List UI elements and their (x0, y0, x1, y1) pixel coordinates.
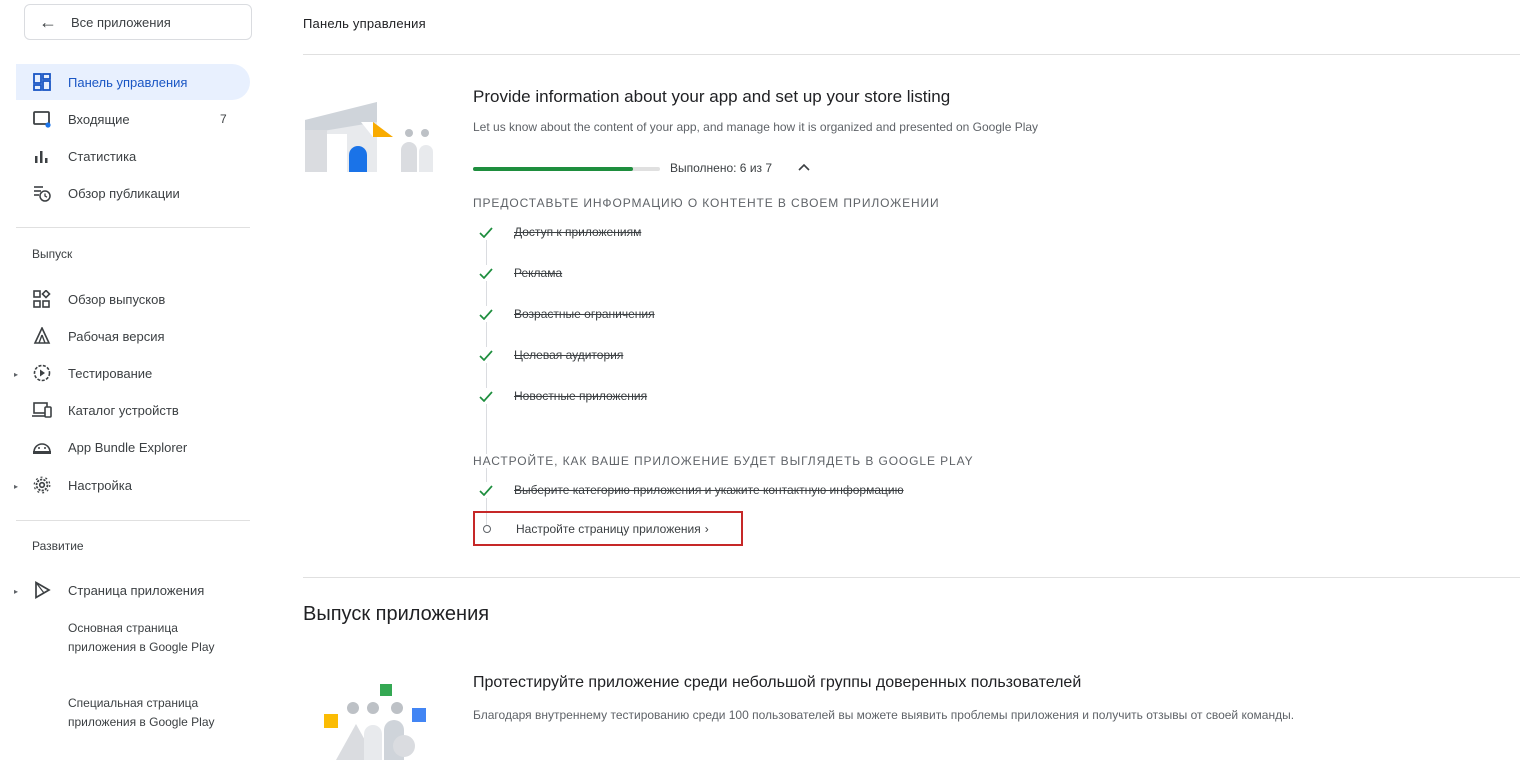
task-item-done[interactable]: Новостные приложения (478, 386, 647, 406)
internal-testing-illustration (324, 684, 426, 760)
setup-card-subtitle: Let us know about the content of your ap… (473, 120, 1039, 134)
check-icon (478, 306, 494, 322)
all-apps-label: Все приложения (71, 14, 171, 30)
header-divider (303, 54, 1520, 55)
task-item-done[interactable]: Выберите категорию приложения и укажите … (478, 480, 904, 500)
sidebar-item-publishing-overview[interactable]: Обзор публикации (16, 175, 250, 211)
settings-gear-icon (16, 476, 68, 494)
sidebar-item-statistics[interactable]: Статистика (16, 138, 250, 174)
sidebar-item-dashboard[interactable]: Панель управления (16, 64, 250, 100)
release-section-title: Выпуск приложения (303, 603, 490, 625)
task-label: Настройте страницу приложения (516, 521, 701, 536)
bundle-explorer-icon (16, 438, 68, 456)
dashboard-icon (16, 73, 68, 91)
task-item-done[interactable]: Целевая аудитория (478, 345, 623, 365)
sidebar-divider (16, 227, 250, 228)
collapse-toggle-button[interactable] (795, 158, 813, 176)
bar-chart-icon (16, 148, 68, 164)
check-icon (478, 265, 494, 281)
page-title: Панель управления (303, 16, 426, 31)
section-divider (303, 577, 1520, 578)
task-label: Целевая аудитория (514, 348, 624, 362)
chevron-right-icon: › (704, 521, 709, 536)
sidebar-item-label: Страница приложения (68, 582, 205, 598)
task-setup-store-listing-link[interactable]: Настройте страницу приложения › (473, 511, 743, 546)
group-title-content-info: ПРЕДОСТАВЬТЕ ИНФОРМАЦИЮ О КОНТЕНТЕ В СВО… (473, 196, 940, 210)
task-item-done[interactable]: Доступ к приложениям (478, 222, 641, 242)
all-apps-button[interactable]: ← Все приложения (24, 4, 252, 40)
testing-card-subtitle: Благодаря внутреннему тестированию среди… (473, 708, 1295, 722)
setup-progress-label: Выполнено: 6 из 7 (670, 161, 773, 175)
releases-overview-icon (16, 290, 68, 308)
sidebar-item-testing[interactable]: Тестирование (16, 355, 250, 391)
sidebar-item-label: Входящие (68, 111, 130, 127)
sidebar-item-label: Настройка (68, 477, 132, 493)
sidebar-item-label: Каталог устройств (68, 402, 179, 418)
sidebar-subitem-main-store-listing[interactable]: Основная страница приложения в Google Pl… (68, 619, 238, 656)
section-title-growth: Развитие (32, 539, 84, 553)
sidebar-item-label: Панель управления (68, 74, 188, 90)
sidebar-item-settings[interactable]: Настройка (16, 467, 250, 503)
setup-progress-fill (473, 167, 634, 171)
sidebar-item-production[interactable]: Рабочая версия (16, 318, 250, 354)
pending-circle-icon (483, 524, 491, 533)
task-label: Возрастные ограничения (514, 307, 655, 321)
sidebar: ← Все приложения Панель управления Входя… (0, 0, 268, 780)
sidebar-item-bundle-explorer[interactable]: App Bundle Explorer (16, 429, 250, 465)
sidebar-item-inbox[interactable]: Входящие 7 (16, 101, 250, 137)
task-item-done[interactable]: Возрастные ограничения (478, 304, 655, 324)
sidebar-item-label: Тестирование (68, 365, 153, 381)
device-catalog-icon (16, 401, 68, 419)
sidebar-divider (16, 520, 250, 521)
sidebar-item-label: App Bundle Explorer (68, 439, 188, 455)
store-listing-illustration (305, 102, 433, 172)
testing-card-title: Протестируйте приложение среди небольшой… (473, 674, 1082, 691)
sidebar-item-label: Обзор публикации (68, 185, 180, 201)
task-label: Доступ к приложениям (514, 225, 642, 239)
sidebar-subitem-custom-store-listing[interactable]: Специальная страница приложения в Google… (68, 694, 238, 731)
inbox-count-badge: 7 (220, 112, 227, 126)
sidebar-item-label: Рабочая версия (68, 328, 165, 344)
task-label: Новостные приложения (514, 389, 648, 403)
sidebar-item-device-catalog[interactable]: Каталог устройств (16, 392, 250, 428)
task-item-done[interactable]: Реклама (478, 263, 562, 283)
task-label: Выберите категорию приложения и укажите … (514, 483, 904, 497)
setup-card-title: Provide information about your app and s… (473, 87, 951, 106)
setup-progress-bar (473, 167, 660, 171)
sidebar-item-label: Статистика (68, 148, 137, 164)
check-icon (478, 347, 494, 363)
sidebar-item-releases-overview[interactable]: Обзор выпусков (16, 281, 250, 317)
check-icon (478, 482, 494, 498)
check-icon (478, 224, 494, 240)
chevron-up-icon (798, 163, 810, 171)
task-label: Реклама (514, 266, 563, 280)
check-icon (478, 388, 494, 404)
sidebar-item-label: Обзор выпусков (68, 291, 166, 307)
inbox-icon (16, 110, 68, 128)
sidebar-item-store-presence[interactable]: Страница приложения (16, 572, 250, 608)
section-title-release: Выпуск (32, 247, 73, 261)
back-arrow-icon: ← (39, 11, 57, 32)
production-icon (16, 327, 68, 345)
group-title-store-look: НАСТРОЙТЕ, КАК ВАШЕ ПРИЛОЖЕНИЕ БУДЕТ ВЫГ… (473, 454, 978, 468)
testing-icon (16, 364, 68, 382)
publishing-overview-icon (16, 184, 68, 202)
play-store-icon (16, 581, 68, 599)
